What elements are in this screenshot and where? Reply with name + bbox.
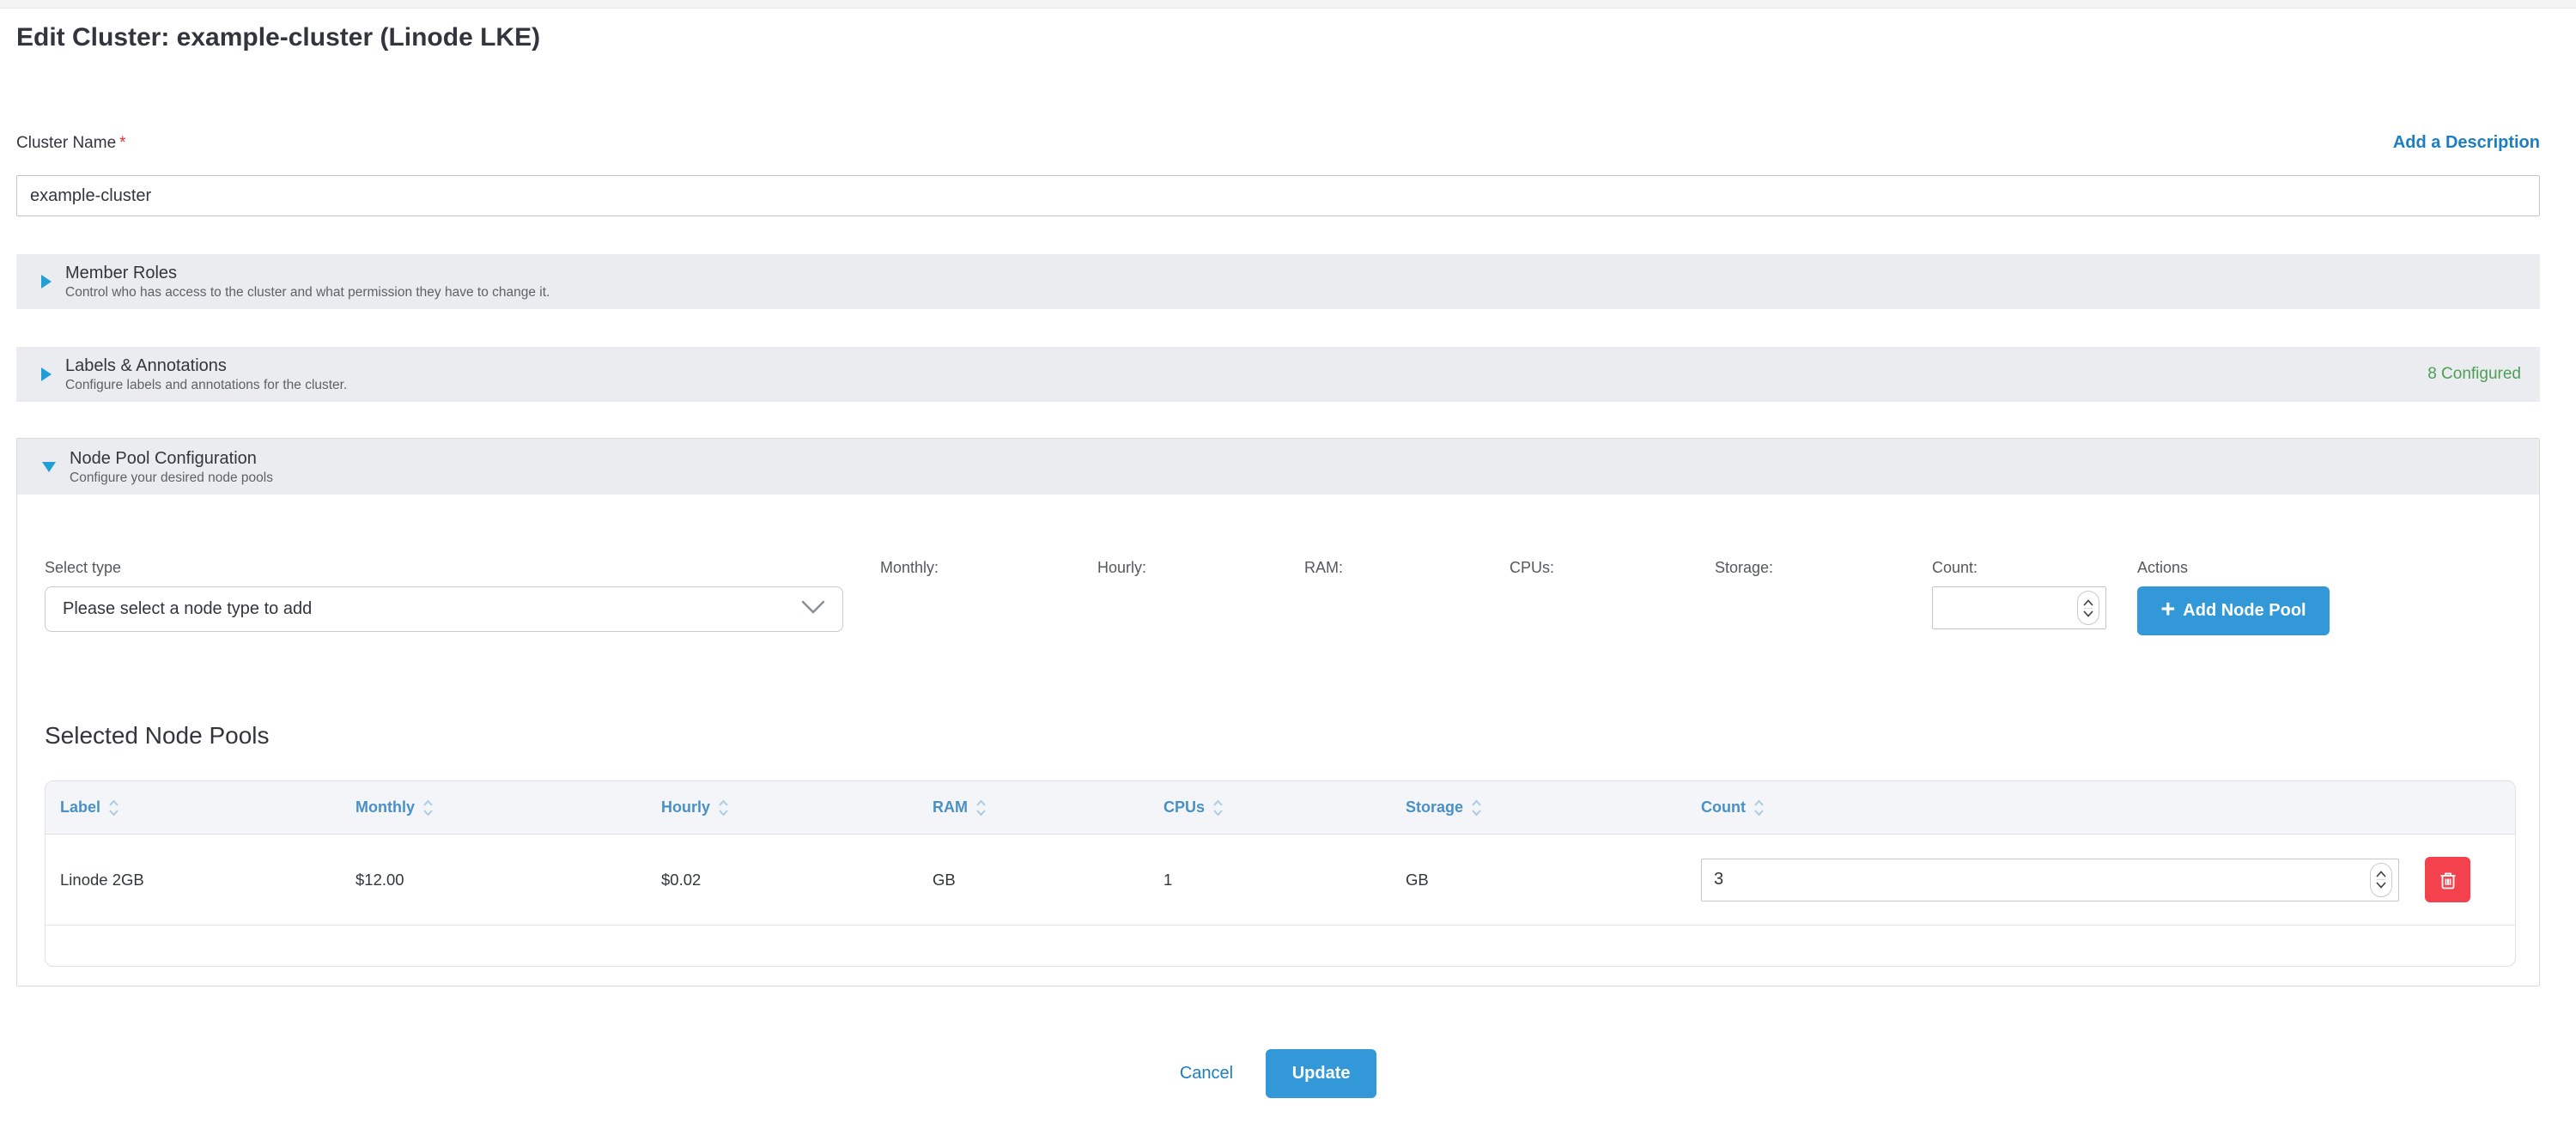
accordion-text: Node Pool Configuration Configure your d… bbox=[70, 448, 2520, 486]
top-strip bbox=[0, 0, 2576, 9]
table-footer-spacer bbox=[46, 926, 2515, 966]
spinner-divider bbox=[2084, 608, 2093, 609]
accordion-subtitle: Control who has access to the cluster an… bbox=[65, 285, 2521, 300]
sort-icon bbox=[718, 798, 729, 817]
accordion-title: Labels & Annotations bbox=[65, 355, 2427, 376]
row-count-stepper[interactable] bbox=[2370, 863, 2392, 897]
monthly-label: Monthly: bbox=[880, 559, 1097, 577]
spinner-down-icon bbox=[2376, 882, 2386, 889]
collapse-arrow-icon bbox=[41, 367, 52, 381]
hourly-label: Hourly: bbox=[1097, 559, 1304, 577]
monthly-column: Monthly: bbox=[880, 559, 1097, 586]
accordion-title: Node Pool Configuration bbox=[70, 448, 2520, 469]
cell-storage: GB bbox=[1406, 871, 1701, 889]
storage-column: Storage: bbox=[1715, 559, 1932, 586]
ram-column: RAM: bbox=[1304, 559, 1510, 586]
cpus-column: CPUs: bbox=[1510, 559, 1715, 586]
table-header-count[interactable]: Count bbox=[1701, 798, 2500, 817]
cluster-name-input[interactable] bbox=[16, 175, 2540, 216]
cell-count bbox=[1701, 857, 2500, 902]
accordion-subtitle: Configure your desired node pools bbox=[70, 470, 2520, 486]
cell-hourly: $0.02 bbox=[661, 871, 933, 889]
node-type-config-row: Select type Please select a node type to… bbox=[45, 559, 2516, 635]
add-node-pool-button[interactable]: + Add Node Pool bbox=[2137, 586, 2330, 635]
header-text: Hourly bbox=[661, 798, 710, 816]
required-asterisk: * bbox=[119, 134, 125, 152]
update-button[interactable]: Update bbox=[1266, 1049, 1376, 1098]
header-text: Monthly bbox=[355, 798, 415, 816]
count-stepper[interactable] bbox=[2077, 591, 2099, 625]
expand-arrow-icon bbox=[42, 462, 56, 472]
actions-label: Actions bbox=[2137, 559, 2516, 577]
accordion-title: Member Roles bbox=[65, 263, 2521, 283]
accordion-node-pool-configuration[interactable]: Node Pool Configuration Configure your d… bbox=[17, 439, 2539, 495]
cell-ram: GB bbox=[933, 871, 1163, 889]
add-node-pool-button-label: Add Node Pool bbox=[2183, 601, 2306, 621]
table-header-ram[interactable]: RAM bbox=[933, 798, 1163, 817]
sort-icon bbox=[1753, 798, 1765, 817]
header-text: RAM bbox=[933, 798, 968, 816]
cell-label: Linode 2GB bbox=[60, 871, 355, 889]
storage-label: Storage: bbox=[1715, 559, 1932, 577]
configured-count-badge: 8 Configured bbox=[2427, 365, 2521, 384]
node-type-select-value: Please select a node type to add bbox=[63, 599, 312, 619]
header-text: CPUs bbox=[1163, 798, 1205, 816]
spinner-up-icon bbox=[2083, 599, 2093, 606]
ram-label: RAM: bbox=[1304, 559, 1510, 577]
table-header-monthly[interactable]: Monthly bbox=[355, 798, 661, 817]
delete-node-pool-button[interactable] bbox=[2425, 857, 2470, 902]
accordion-labels-annotations[interactable]: Labels & Annotations Configure labels an… bbox=[16, 347, 2540, 402]
header-text: Count bbox=[1701, 798, 1746, 816]
count-label: Count: bbox=[1932, 559, 2137, 577]
cell-monthly: $12.00 bbox=[355, 871, 661, 889]
sort-icon bbox=[1471, 798, 1482, 817]
select-type-label: Select type bbox=[45, 559, 880, 577]
plus-icon: + bbox=[2160, 598, 2175, 622]
accordion-member-roles[interactable]: Member Roles Control who has access to t… bbox=[16, 254, 2540, 309]
cluster-name-row: Cluster Name* Add a Description bbox=[16, 133, 2540, 153]
table-header-cpus[interactable]: CPUs bbox=[1163, 798, 1406, 817]
row-count-input-wrap bbox=[1701, 859, 2399, 901]
cancel-button[interactable]: Cancel bbox=[1180, 1064, 1233, 1084]
actions-column: Actions + Add Node Pool bbox=[2137, 559, 2516, 635]
selected-node-pools-heading: Selected Node Pools bbox=[45, 721, 2516, 750]
footer-actions: Cancel Update bbox=[16, 1049, 2540, 1098]
table-header-row: Label Monthly Hourly RAM bbox=[46, 781, 2515, 835]
row-count-input[interactable] bbox=[1701, 859, 2399, 901]
sort-icon bbox=[1212, 798, 1224, 817]
sort-icon bbox=[108, 798, 119, 817]
node-pool-configuration-panel: Node Pool Configuration Configure your d… bbox=[16, 438, 2540, 986]
selected-node-pools-table: Label Monthly Hourly RAM bbox=[45, 780, 2516, 967]
table-header-storage[interactable]: Storage bbox=[1406, 798, 1701, 817]
edit-cluster-page: Edit Cluster: example-cluster (Linode LK… bbox=[16, 22, 2540, 1098]
cluster-name-label: Cluster Name bbox=[16, 134, 116, 152]
select-type-column: Select type Please select a node type to… bbox=[45, 559, 880, 632]
page-title: Edit Cluster: example-cluster (Linode LK… bbox=[16, 22, 2540, 53]
accordion-text: Member Roles Control who has access to t… bbox=[65, 263, 2521, 300]
header-text: Storage bbox=[1406, 798, 1463, 816]
count-column: Count: bbox=[1932, 559, 2137, 629]
cpus-label: CPUs: bbox=[1510, 559, 1715, 577]
hourly-column: Hourly: bbox=[1097, 559, 1304, 586]
trash-icon bbox=[2438, 869, 2458, 891]
node-pool-panel-body: Select type Please select a node type to… bbox=[17, 559, 2539, 986]
table-row: Linode 2GB $12.00 $0.02 GB 1 GB bbox=[46, 835, 2515, 926]
chevron-down-icon bbox=[801, 600, 825, 618]
sort-icon bbox=[422, 798, 434, 817]
count-input-wrap bbox=[1932, 586, 2106, 629]
accordion-subtitle: Configure labels and annotations for the… bbox=[65, 378, 2427, 393]
spinner-divider bbox=[2377, 879, 2385, 880]
spinner-down-icon bbox=[2083, 610, 2093, 617]
sort-icon bbox=[975, 798, 987, 817]
node-type-select[interactable]: Please select a node type to add bbox=[45, 586, 843, 632]
cluster-name-label-group: Cluster Name* bbox=[16, 134, 126, 153]
spinner-up-icon bbox=[2376, 871, 2386, 877]
header-text: Label bbox=[60, 798, 100, 816]
cell-cpus: 1 bbox=[1163, 871, 1406, 889]
table-header-label[interactable]: Label bbox=[60, 798, 355, 817]
collapse-arrow-icon bbox=[41, 275, 52, 288]
accordion-text: Labels & Annotations Configure labels an… bbox=[65, 355, 2427, 393]
table-header-hourly[interactable]: Hourly bbox=[661, 798, 933, 817]
add-description-link[interactable]: Add a Description bbox=[2393, 133, 2540, 153]
